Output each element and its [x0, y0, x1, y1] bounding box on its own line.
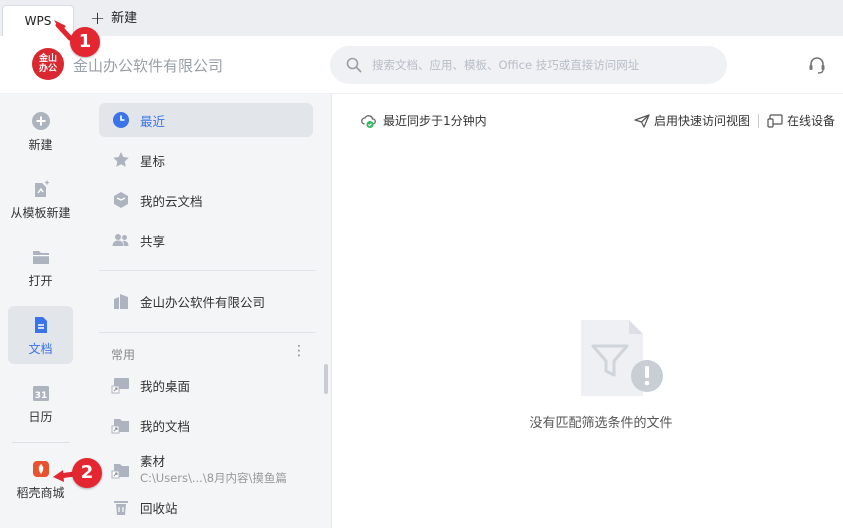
sidebar-item-recent[interactable]: 最近 [99, 103, 313, 137]
cloud-doc-icon [114, 192, 128, 208]
folder-icon [32, 251, 49, 264]
clock-icon [113, 112, 129, 128]
wps-logo[interactable]: 金山 办公 [32, 48, 64, 80]
empty-state-message: 没有匹配筛选条件的文件 [529, 416, 673, 431]
nav-label: 新建 [28, 138, 53, 152]
devices-icon [767, 113, 783, 128]
cloud-sync-icon [361, 114, 376, 128]
sidebar-item-label: 素材 [140, 454, 166, 469]
search-icon [346, 57, 362, 73]
left-nav: 新建 从模板新建 打开 文档 31 日历 稻壳商城 [0, 94, 82, 528]
main-toolbar: 启用快速访问视图 在线设备 [626, 112, 843, 129]
section-title-common: 常用 [111, 348, 136, 362]
sidebar-divider [99, 332, 316, 333]
sidebar-item-my-documents[interactable]: 我的文档 [99, 408, 313, 442]
building-icon [114, 294, 128, 309]
sidebar-item-materials[interactable]: 素材 C:\Users\...\8月内容\摸鱼篇 [111, 454, 287, 486]
sync-status[interactable]: 最近同步于1分钟内 [361, 112, 487, 129]
plus-circle-icon [31, 112, 50, 130]
logo-text: 金山 办公 [38, 54, 57, 74]
sidebar-item-cloud-docs[interactable]: 我的云文档 [99, 183, 313, 217]
nav-documents[interactable]: 文档 [8, 306, 73, 364]
sidebar-item-label: 我的文档 [140, 418, 191, 434]
sidebar-item-label: 回收站 [140, 500, 178, 516]
docer-icon [32, 461, 49, 477]
share-icon [112, 234, 129, 246]
nav-label: 日历 [28, 410, 53, 424]
quick-access-label: 启用快速访问视图 [653, 114, 750, 128]
nav-calendar[interactable]: 31 日历 [8, 374, 73, 432]
nav-docer-store[interactable]: 稻壳商城 [8, 450, 73, 508]
more-options-icon[interactable]: ⋮ [292, 344, 306, 358]
sidebar-item-recycle-bin[interactable]: 回收站 [99, 490, 313, 524]
sidebar-item-shared[interactable]: 共享 [99, 223, 313, 257]
empty-filter-icon [581, 320, 665, 399]
sidebar-item-label: 共享 [140, 233, 166, 249]
sidebar-scrollbar[interactable] [324, 364, 328, 394]
folder-shortcut-icon [111, 464, 129, 479]
customer-service-icon[interactable] [807, 55, 827, 78]
sync-text: 最近同步于1分钟内 [383, 114, 487, 128]
sidebar-item-label: 我的云文档 [140, 193, 203, 209]
send-icon [634, 113, 650, 128]
sidebar-item-label: 我的桌面 [140, 378, 191, 394]
main-content: 最近同步于1分钟内 启用快速访问视图 在线设备 没有匹配筛选条件的文件 [333, 94, 843, 528]
nav-open[interactable]: 打开 [8, 238, 73, 296]
search-bar[interactable] [330, 46, 727, 84]
sidebar-item-label: 最近 [140, 113, 166, 129]
annotation-callout-2: 2 [72, 458, 102, 488]
quick-access-view-button[interactable]: 启用快速访问视图 [626, 112, 758, 129]
nav-label: 稻壳商城 [16, 486, 65, 500]
sidebar-divider [99, 270, 316, 271]
doc-sidebar: 最近 星标 我的云文档 共享 金山办公软件有限公司 常用 ⋮ 我的桌面 我的文档… [82, 94, 332, 528]
nav-label: 打开 [28, 274, 53, 288]
sidebar-item-label: 星标 [140, 153, 166, 169]
header: 金山 办公 金山办公软件有限公司 [0, 36, 843, 94]
sidebar-item-starred[interactable]: 星标 [99, 143, 313, 177]
plus-icon: + [90, 8, 106, 29]
nav-from-template[interactable]: 从模板新建 [8, 170, 73, 228]
trash-icon [114, 501, 128, 515]
nav-label: 文档 [28, 342, 53, 356]
search-input[interactable] [372, 58, 712, 72]
template-icon [34, 180, 50, 197]
calendar-day: 31 [34, 391, 47, 401]
nav-label: 从模板新建 [10, 206, 71, 220]
star-icon [113, 152, 129, 167]
nav-divider [12, 442, 70, 443]
annotation-callout-1: 1 [70, 27, 100, 57]
sidebar-item-company[interactable]: 金山办公软件有限公司 [99, 284, 313, 318]
tab-bar: WPS + 新建 [0, 0, 843, 37]
online-devices-button[interactable]: 在线设备 [759, 112, 843, 129]
nav-new[interactable]: 新建 [8, 102, 73, 160]
new-tab-button[interactable]: + 新建 [90, 8, 137, 30]
sidebar-item-path: C:\Users\...\8月内容\摸鱼篇 [140, 471, 287, 485]
sidebar-item-label: 金山办公软件有限公司 [140, 294, 266, 310]
tab-wps[interactable]: WPS [2, 5, 74, 37]
online-devices-label: 在线设备 [786, 114, 835, 128]
new-tab-label: 新建 [111, 11, 138, 26]
sidebar-item-desktop[interactable]: 我的桌面 [99, 368, 313, 402]
calendar-icon: 31 [32, 386, 49, 401]
document-icon [34, 317, 47, 333]
company-name[interactable]: 金山办公软件有限公司 [73, 55, 223, 76]
folder-shortcut-icon [111, 419, 129, 434]
desktop-shortcut-icon [111, 378, 129, 394]
